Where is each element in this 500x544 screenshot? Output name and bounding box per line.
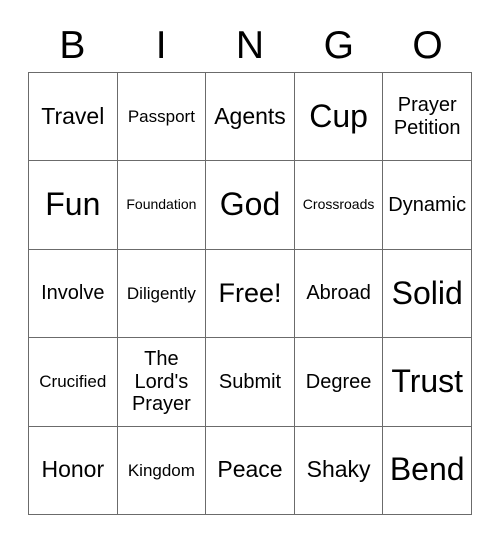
bingo-header-row: B I N G O: [28, 18, 472, 72]
bingo-cell-label: Crucified: [39, 372, 107, 392]
bingo-cell-label: Degree: [305, 370, 372, 393]
bingo-cell[interactable]: God: [206, 161, 295, 250]
bingo-header-letter-i: I: [155, 23, 167, 67]
bingo-cell-label: Foundation: [126, 196, 197, 213]
bingo-cell[interactable]: Involve: [29, 249, 118, 339]
bingo-header-letter-g: G: [323, 23, 354, 67]
bingo-cell-label: Peace: [217, 456, 283, 483]
bingo-cell-label: Travel: [41, 102, 105, 129]
bingo-cell[interactable]: Diligently: [117, 249, 207, 339]
bingo-cell[interactable]: Submit: [206, 338, 295, 427]
bingo-cell[interactable]: Passport: [117, 73, 207, 162]
bingo-cell-label: Diligently: [126, 283, 196, 303]
bingo-cell-label: Honor: [41, 456, 105, 483]
bingo-cell[interactable]: Shaky: [294, 426, 384, 515]
bingo-cell[interactable]: Degree: [294, 338, 384, 427]
bingo-cell-label: Kingdom: [127, 460, 195, 480]
bingo-cell-label: Trust: [391, 362, 464, 399]
bingo-cell-label: Involve: [41, 282, 105, 305]
bingo-cell[interactable]: Prayer Petition: [383, 73, 472, 162]
bingo-cell-label: The Lord's Prayer: [131, 348, 191, 416]
bingo-cell[interactable]: The Lord's Prayer: [117, 338, 207, 427]
bingo-cell[interactable]: Crucified: [29, 338, 118, 427]
bingo-cell[interactable]: Solid: [383, 249, 472, 339]
bingo-cell-label: God: [219, 186, 281, 223]
bingo-cell-free-space[interactable]: Free!: [206, 249, 295, 339]
bingo-cell[interactable]: Foundation: [117, 161, 207, 250]
bingo-cell-label: Passport: [127, 107, 195, 127]
bingo-cell-label: Agents: [214, 102, 286, 129]
bingo-cell[interactable]: Trust: [383, 338, 472, 427]
bingo-cell[interactable]: Abroad: [294, 249, 384, 339]
bingo-cell-label: Abroad: [306, 282, 371, 305]
bingo-cell[interactable]: Peace: [206, 426, 295, 515]
bingo-cell-label: Free!: [218, 278, 282, 309]
bingo-cell-label: Cup: [309, 97, 368, 134]
bingo-cell-label: Dynamic: [388, 193, 467, 216]
bingo-cell-label: Shaky: [306, 456, 371, 483]
bingo-cell[interactable]: Cup: [294, 73, 384, 162]
bingo-grid: Travel Passport Agents Cup Prayer Petition Fu…: [28, 72, 472, 515]
bingo-cell-label: Fun: [45, 186, 101, 223]
bingo-cell-label: Prayer Petition: [393, 94, 461, 139]
bingo-card: B I N G O Travel Passport Agents Cup Prayer …: [0, 0, 500, 544]
bingo-cell-label: Solid: [391, 274, 463, 311]
bingo-header-letter-o: O: [412, 23, 443, 67]
bingo-cell[interactable]: Crossroads: [294, 161, 384, 250]
bingo-cell[interactable]: Dynamic: [383, 161, 472, 250]
bingo-cell[interactable]: Travel: [29, 73, 118, 162]
bingo-cell[interactable]: Fun: [29, 161, 118, 250]
bingo-cell[interactable]: Kingdom: [117, 426, 207, 515]
bingo-cell[interactable]: Agents: [206, 73, 295, 162]
bingo-cell-label: Bend: [389, 451, 465, 488]
bingo-header-letter-b: B: [59, 23, 86, 67]
bingo-cell[interactable]: Bend: [383, 426, 472, 515]
bingo-cell-label: Crossroads: [302, 196, 375, 213]
bingo-cell-label: Submit: [218, 370, 282, 393]
bingo-header-letter-n: N: [235, 23, 265, 67]
bingo-cell[interactable]: Honor: [29, 426, 118, 515]
